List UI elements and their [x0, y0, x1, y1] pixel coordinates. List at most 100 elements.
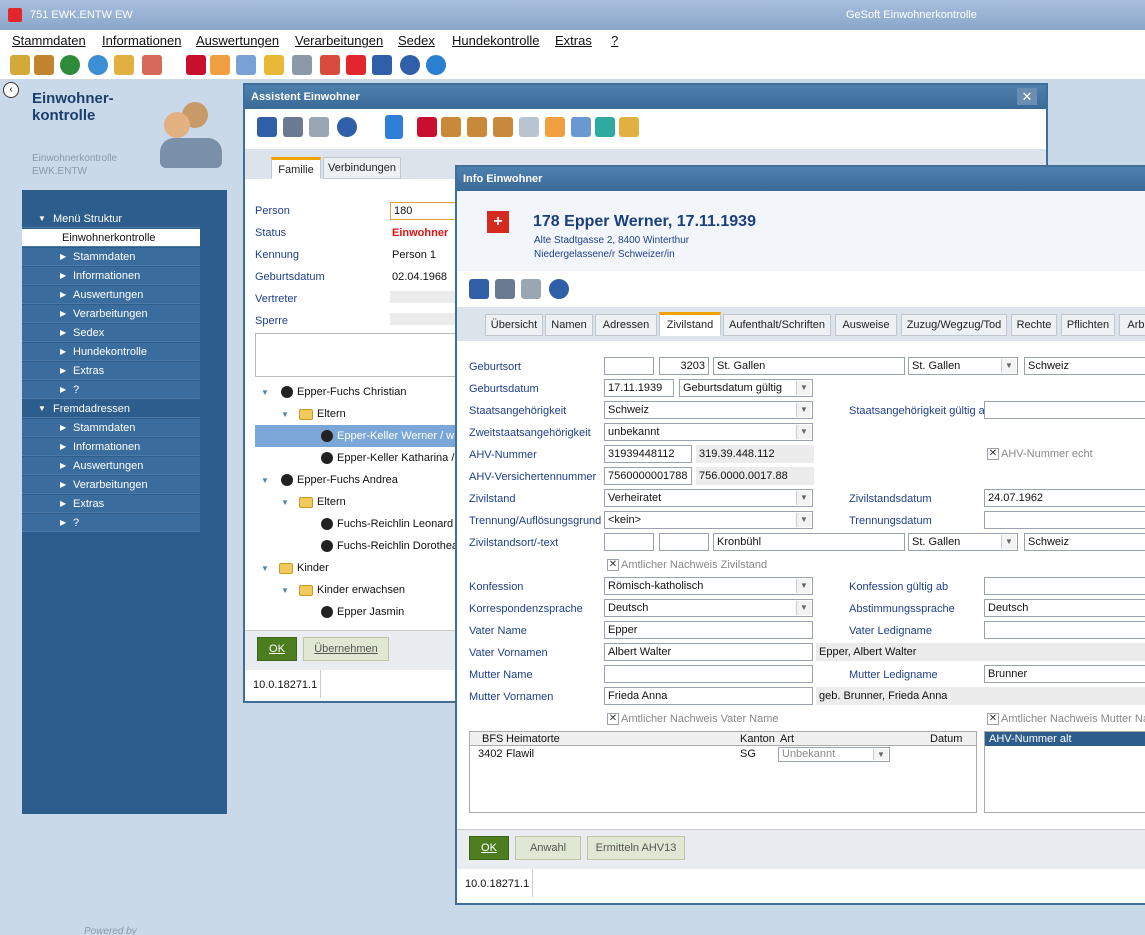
people3-icon[interactable]: [493, 117, 513, 137]
nav-item[interactable]: ▶?: [22, 381, 200, 399]
tree-node[interactable]: Epper-Keller Katharina / v: [337, 452, 463, 464]
help-icon[interactable]: [549, 279, 569, 299]
geburtsort-land-field[interactable]: Schweiz: [1024, 357, 1145, 375]
person-field[interactable]: 180: [390, 202, 460, 220]
mutter-name-field[interactable]: [604, 665, 813, 683]
staat-gueltig-field[interactable]: [984, 401, 1145, 419]
close-icon[interactable]: ✕: [1017, 88, 1037, 105]
zivilstandsort-land-field[interactable]: Schweiz: [1024, 533, 1145, 551]
menu-verarbeitungen[interactable]: Verarbeitungen: [295, 33, 383, 48]
copy-icon[interactable]: [519, 117, 539, 137]
zivilstandsort-ort-field[interactable]: Kronbühl: [713, 533, 905, 551]
cell-heimatort[interactable]: Flawil: [506, 748, 534, 760]
menu-sedex[interactable]: Sedex: [398, 33, 435, 48]
zivilstandsort-kanton-select[interactable]: St. Gallen ▼: [908, 533, 1018, 551]
amtl-zivilstand-checkbox[interactable]: ✕: [607, 559, 619, 571]
tab-arbeit[interactable]: Arbe: [1119, 314, 1145, 336]
tool-book-icon[interactable]: [186, 55, 206, 75]
nav-item[interactable]: ▶ Auswertungen: [22, 286, 200, 304]
tab-aufenthalt[interactable]: Aufenthalt/Schriften: [723, 314, 831, 336]
menu-informationen[interactable]: Informationen: [102, 33, 182, 48]
tool-tools-icon[interactable]: [114, 55, 134, 75]
new-doc-icon[interactable]: [385, 115, 403, 139]
nav-item[interactable]: ▼ Fremdadressen: [22, 400, 200, 418]
tree-node[interactable]: Epper-Fuchs Andrea: [297, 474, 398, 486]
vater-ledig-field[interactable]: [984, 621, 1145, 639]
book-icon[interactable]: [417, 117, 437, 137]
tool-screen-icon[interactable]: [372, 55, 392, 75]
preview-icon[interactable]: [521, 279, 541, 299]
nav-item[interactable]: ▶ Stammdaten: [22, 419, 200, 437]
tree-node[interactable]: Eltern: [317, 408, 346, 420]
files-icon[interactable]: [619, 117, 639, 137]
ahv-echt-checkbox[interactable]: ✕: [987, 448, 999, 460]
tab-verbindungen[interactable]: Verbindungen: [323, 157, 401, 179]
print-icon[interactable]: [283, 117, 303, 137]
tool-move-icon[interactable]: [34, 55, 54, 75]
nav-item[interactable]: ▶ Auswertungen: [22, 457, 200, 475]
nav-item[interactable]: ▶ Informationen: [22, 267, 200, 285]
tree-node[interactable]: Kinder: [297, 562, 329, 574]
trennung-select[interactable]: <kein> ▼: [604, 511, 813, 529]
nav-item[interactable]: ▼ Menü Struktur: [22, 210, 200, 228]
ok-button[interactable]: OK: [469, 836, 509, 860]
nav-item[interactable]: ▶ Stammdaten: [22, 248, 200, 266]
tab-zivilstand[interactable]: Zivilstand: [659, 312, 721, 336]
uebernehmen-button[interactable]: Übernehmen: [303, 637, 389, 661]
menu-hundekontrolle[interactable]: Hundekontrolle: [452, 33, 539, 48]
ok-button[interactable]: OK: [257, 637, 297, 661]
tab-pflichten[interactable]: Pflichten: [1061, 314, 1115, 336]
cell-bfs[interactable]: 3402: [478, 748, 502, 760]
tool-print-icon[interactable]: [210, 55, 230, 75]
tool-person-icon[interactable]: [10, 55, 30, 75]
print2-icon[interactable]: [545, 117, 565, 137]
nav-item[interactable]: ▶ Informationen: [22, 438, 200, 456]
zivilstandsdatum-field[interactable]: 24.07.1962: [984, 489, 1145, 507]
tab-namen[interactable]: Namen: [545, 314, 593, 336]
tool-check-icon[interactable]: [236, 55, 256, 75]
tree-node[interactable]: Fuchs-Reichlin Leonard /: [337, 518, 459, 530]
geburtsort-ort-field[interactable]: St. Gallen: [713, 357, 905, 375]
tree-node[interactable]: Epper Jasmin: [337, 606, 404, 618]
menu-extras[interactable]: Extras: [555, 33, 592, 48]
nav-item[interactable]: ▶ Sedex: [22, 324, 200, 342]
tab-adressen[interactable]: Adressen: [595, 314, 657, 336]
tool-calendar-icon[interactable]: [320, 55, 340, 75]
ahv-field[interactable]: 31939448112: [604, 445, 692, 463]
tree-node[interactable]: Fuchs-Reichlin Dorothea: [337, 540, 458, 552]
zivilstandsort-bfs-field[interactable]: [659, 533, 709, 551]
konfession-select[interactable]: Römisch-katholisch ▼: [604, 577, 813, 595]
konfession-gueltig-field[interactable]: [984, 577, 1145, 595]
tree-node[interactable]: Epper-Fuchs Christian: [297, 386, 406, 398]
people-icon[interactable]: [441, 117, 461, 137]
vater-vornamen-field[interactable]: Albert Walter: [604, 643, 813, 661]
nav-item[interactable]: Einwohnerkontrolle: [22, 229, 200, 247]
tool-calc-icon[interactable]: [292, 55, 312, 75]
mail-icon[interactable]: [571, 117, 591, 137]
ahvv-field[interactable]: 7560000001788: [604, 467, 692, 485]
menu-stammdaten[interactable]: Stammdaten: [12, 33, 86, 48]
help-icon[interactable]: [337, 117, 357, 137]
nav-item[interactable]: ▶ Hundekontrolle: [22, 343, 200, 361]
abstimmung-field[interactable]: Deutsch: [984, 599, 1145, 617]
ermitteln-ahv13-button[interactable]: Ermitteln AHV13: [587, 836, 685, 860]
print-icon[interactable]: [495, 279, 515, 299]
trennungsdatum-field[interactable]: [984, 511, 1145, 529]
tool-ruf-icon[interactable]: [346, 55, 366, 75]
nav-item[interactable]: ▶ Verarbeitungen: [22, 476, 200, 494]
tool-refresh-icon[interactable]: [60, 55, 80, 75]
staat-select[interactable]: Schweiz ▼: [604, 401, 813, 419]
nav-item[interactable]: ▶ Extras: [22, 362, 200, 380]
amtl-mutter-checkbox[interactable]: ✕: [987, 713, 999, 725]
menu-auswertungen[interactable]: Auswertungen: [196, 33, 279, 48]
tab-zuzug[interactable]: Zuzug/Wegzug/Tod: [901, 314, 1007, 336]
tool-teamviewer-icon[interactable]: [426, 55, 446, 75]
korrespondenz-select[interactable]: Deutsch ▼: [604, 599, 813, 617]
tree-node-selected[interactable]: Epper-Keller Werner / w: [337, 430, 454, 442]
zivilstand-select[interactable]: Verheiratet ▼: [604, 489, 813, 507]
preview-icon[interactable]: [309, 117, 329, 137]
anwahl-button[interactable]: Anwahl: [515, 836, 581, 860]
mutter-vornamen-field[interactable]: Frieda Anna: [604, 687, 813, 705]
tool-help-icon[interactable]: [400, 55, 420, 75]
nav-item[interactable]: ▶?: [22, 514, 200, 532]
